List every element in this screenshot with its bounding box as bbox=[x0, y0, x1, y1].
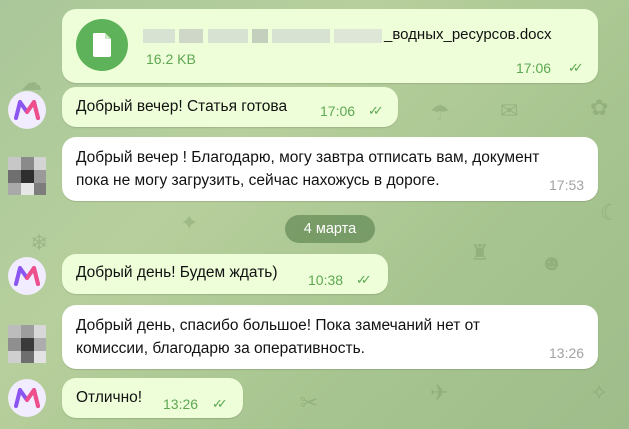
background-doodle: ☂ bbox=[430, 100, 450, 125]
message-time: 13:26 bbox=[549, 345, 585, 361]
avatar-logo-icon bbox=[14, 388, 40, 408]
background-doodle: ☻ bbox=[540, 250, 564, 275]
redacted-filename-part bbox=[179, 29, 203, 43]
avatar[interactable] bbox=[8, 379, 46, 417]
redacted-filename-part bbox=[272, 29, 330, 43]
redacted-filename-part bbox=[143, 29, 175, 43]
document-icon[interactable] bbox=[76, 19, 128, 71]
background-doodle: ✦ bbox=[180, 210, 199, 235]
redacted-filename-part bbox=[208, 29, 248, 43]
message-text: Добрый день! Будем ждать) bbox=[76, 264, 278, 281]
background-doodle: ♜ bbox=[470, 240, 490, 265]
message-time: 17:06 bbox=[320, 103, 356, 119]
avatar-logo-icon bbox=[14, 100, 40, 120]
background-doodle: ✉ bbox=[500, 98, 519, 123]
avatar[interactable] bbox=[8, 157, 46, 195]
avatar-logo-icon bbox=[14, 266, 40, 286]
message-time: 17:06 bbox=[516, 60, 552, 76]
background-doodle: ✈ bbox=[430, 380, 449, 405]
message-text-line: комиссии, благодарю за оперативность. bbox=[76, 340, 365, 357]
file-size: 16.2 KB bbox=[146, 51, 196, 67]
file-name[interactable]: _водных_ресурсов.docx bbox=[384, 24, 552, 46]
avatar[interactable] bbox=[8, 91, 46, 129]
background-doodle: ✿ bbox=[590, 95, 609, 120]
redacted-filename-part bbox=[334, 29, 382, 43]
background-doodle: ✂ bbox=[300, 390, 319, 415]
read-ticks-icon: ✓✓ bbox=[568, 60, 584, 75]
message-text-line: пока не могу загрузить, сейчас нахожусь … bbox=[76, 172, 440, 189]
message-text: Отлично! bbox=[76, 389, 143, 406]
read-ticks-icon: ✓✓ bbox=[356, 272, 372, 287]
read-ticks-icon: ✓✓ bbox=[212, 396, 228, 411]
background-doodle: ☾ bbox=[600, 200, 620, 225]
avatar[interactable] bbox=[8, 257, 46, 295]
message-time: 17:53 bbox=[549, 177, 585, 193]
message-text-line: Добрый день, спасибо большое! Пока замеч… bbox=[76, 317, 480, 334]
read-ticks-icon: ✓✓ bbox=[368, 103, 384, 118]
redacted-filename-part bbox=[252, 29, 268, 43]
message-time: 13:26 bbox=[163, 396, 199, 412]
avatar[interactable] bbox=[8, 325, 46, 363]
message-text: Добрый вечер! Статья готова bbox=[76, 98, 288, 115]
date-separator: 4 марта bbox=[285, 215, 375, 243]
background-doodle: ✧ bbox=[590, 380, 609, 405]
message-text-line: Добрый вечер ! Благодарю, могу завтра от… bbox=[76, 149, 540, 166]
background-doodle: ❄ bbox=[30, 230, 49, 255]
message-time: 10:38 bbox=[308, 272, 344, 288]
